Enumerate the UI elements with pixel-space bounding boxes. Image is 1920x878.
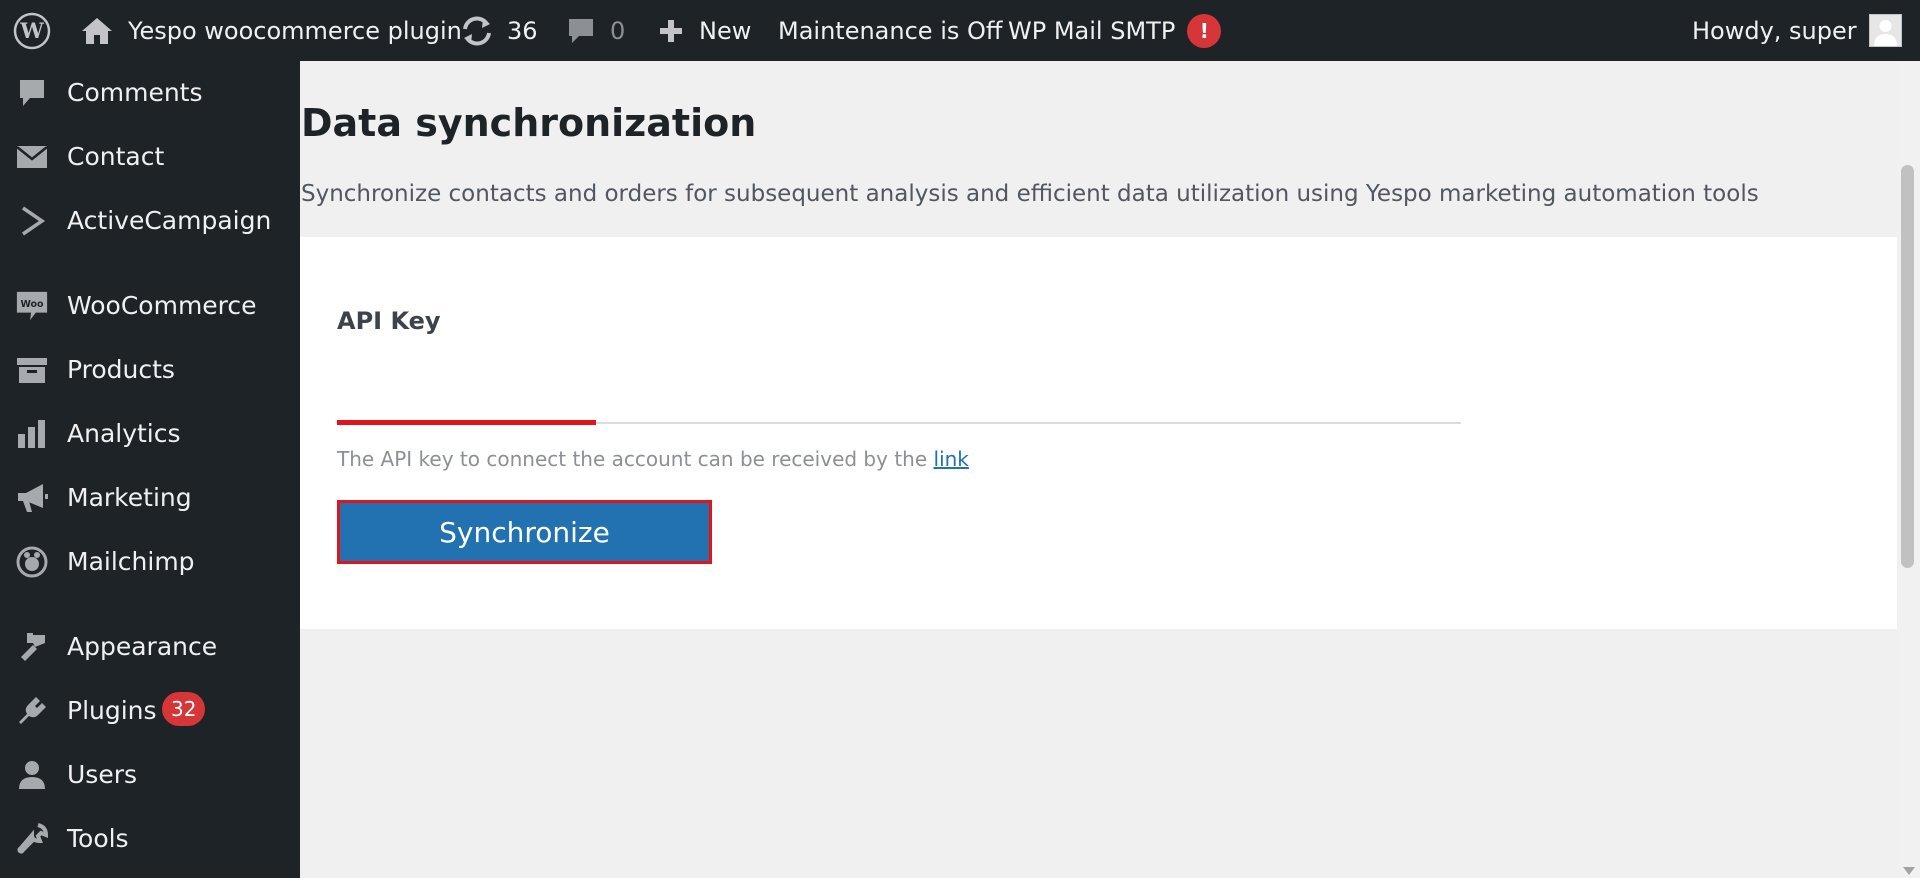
updates-link[interactable]: 36 (459, 0, 538, 61)
sidebar-item-activecampaign[interactable]: ActiveCampaign (0, 195, 300, 245)
sidebar-item-label: Plugins (67, 695, 157, 725)
api-key-hint: The API key to connect the account can b… (337, 447, 969, 471)
sidebar-item-label: Appearance (67, 631, 218, 661)
megaphone-icon (15, 481, 49, 515)
chevron-right-icon (15, 204, 49, 238)
sidebar-item-analytics[interactable]: Analytics (0, 408, 300, 458)
sidebar-item-label: Comments (67, 77, 203, 107)
archive-icon (15, 353, 49, 387)
maintenance-status-link[interactable]: Maintenance is Off (778, 0, 1002, 61)
api-key-input[interactable] (337, 382, 1461, 424)
plus-icon (657, 17, 685, 45)
wp-mail-smtp-link[interactable]: WP Mail SMTP ! (1008, 0, 1222, 61)
sync-settings-card: API Key The API key to connect the accou… (300, 237, 1897, 629)
admin-bar: W Yespo woocommerce plugin 36 0 New Main… (0, 0, 1920, 61)
sidebar-item-label: Users (67, 759, 138, 789)
comments-count: 0 (610, 16, 626, 45)
sidebar-item-label: Mailchimp (67, 546, 195, 576)
smtp-label: WP Mail SMTP (1008, 16, 1176, 45)
sidebar-item-tools[interactable]: Tools (0, 813, 300, 863)
sidebar-item-marketing[interactable]: Marketing (0, 472, 300, 522)
sidebar-item-appearance[interactable]: Appearance (0, 621, 300, 671)
paintbrush-icon (15, 630, 49, 664)
sidebar-item-label: WooCommerce (67, 290, 257, 320)
plugins-update-badge: 32 (162, 692, 206, 726)
smtp-alert-badge: ! (1187, 13, 1222, 48)
sidebar-item-label: Analytics (67, 418, 181, 448)
page-title: Data synchronization (301, 101, 757, 145)
new-label: New (699, 16, 752, 45)
sidebar-item-users[interactable]: Users (0, 749, 300, 799)
woocommerce-icon: Woo (15, 289, 49, 323)
wordpress-logo-icon[interactable]: W (13, 0, 51, 61)
avatar (1868, 14, 1902, 47)
sidebar-item-products[interactable]: Products (0, 344, 300, 394)
synchronize-button[interactable]: Synchronize (337, 500, 712, 564)
howdy-text: Howdy, super (1692, 16, 1857, 45)
admin-sidebar: Comments Contact ActiveCampaign Woo WooC… (0, 61, 300, 878)
sidebar-item-label: ActiveCampaign (67, 205, 272, 235)
sidebar-item-label: Marketing (67, 482, 192, 512)
sidebar-item-label: Products (67, 354, 175, 384)
wrench-icon (15, 822, 49, 856)
scroll-down-arrow-icon[interactable] (1903, 867, 1915, 875)
scrollbar-thumb[interactable] (1901, 165, 1914, 568)
site-name-link[interactable]: Yespo woocommerce plugin (80, 0, 462, 61)
api-key-label: API Key (337, 307, 441, 335)
sidebar-item-contact[interactable]: Contact (0, 131, 300, 181)
sidebar-item-label: Tools (67, 823, 129, 853)
sidebar-item-woocommerce[interactable]: Woo WooCommerce (0, 280, 300, 330)
comment-icon (15, 76, 49, 110)
sidebar-item-mailchimp[interactable]: Mailchimp (0, 536, 300, 586)
api-key-hint-text: The API key to connect the account can b… (337, 447, 934, 471)
envelope-icon (15, 140, 49, 174)
user-account-link[interactable]: Howdy, super (1692, 0, 1902, 61)
svg-text:W: W (19, 18, 44, 43)
updates-icon (459, 15, 495, 47)
plugin-icon (15, 694, 49, 728)
mailchimp-icon (15, 545, 49, 579)
svg-text:Woo: Woo (20, 299, 44, 310)
comment-bubble-icon (566, 16, 596, 46)
site-name: Yespo woocommerce plugin (128, 16, 462, 45)
updates-count: 36 (507, 16, 538, 45)
bar-chart-icon (15, 417, 49, 451)
api-key-focus-indicator (337, 420, 596, 425)
sidebar-item-label: Contact (67, 141, 165, 171)
sidebar-item-comments[interactable]: Comments (0, 67, 300, 117)
sidebar-item-plugins[interactable]: Plugins 32 (0, 685, 300, 735)
home-icon (80, 16, 114, 46)
comments-link[interactable]: 0 (566, 0, 625, 61)
maintenance-label: Maintenance is Off (778, 16, 1003, 45)
user-icon (15, 758, 49, 792)
api-key-link[interactable]: link (934, 447, 969, 471)
new-content-link[interactable]: New (657, 0, 751, 61)
page-description: Synchronize contacts and orders for subs… (301, 181, 1759, 207)
